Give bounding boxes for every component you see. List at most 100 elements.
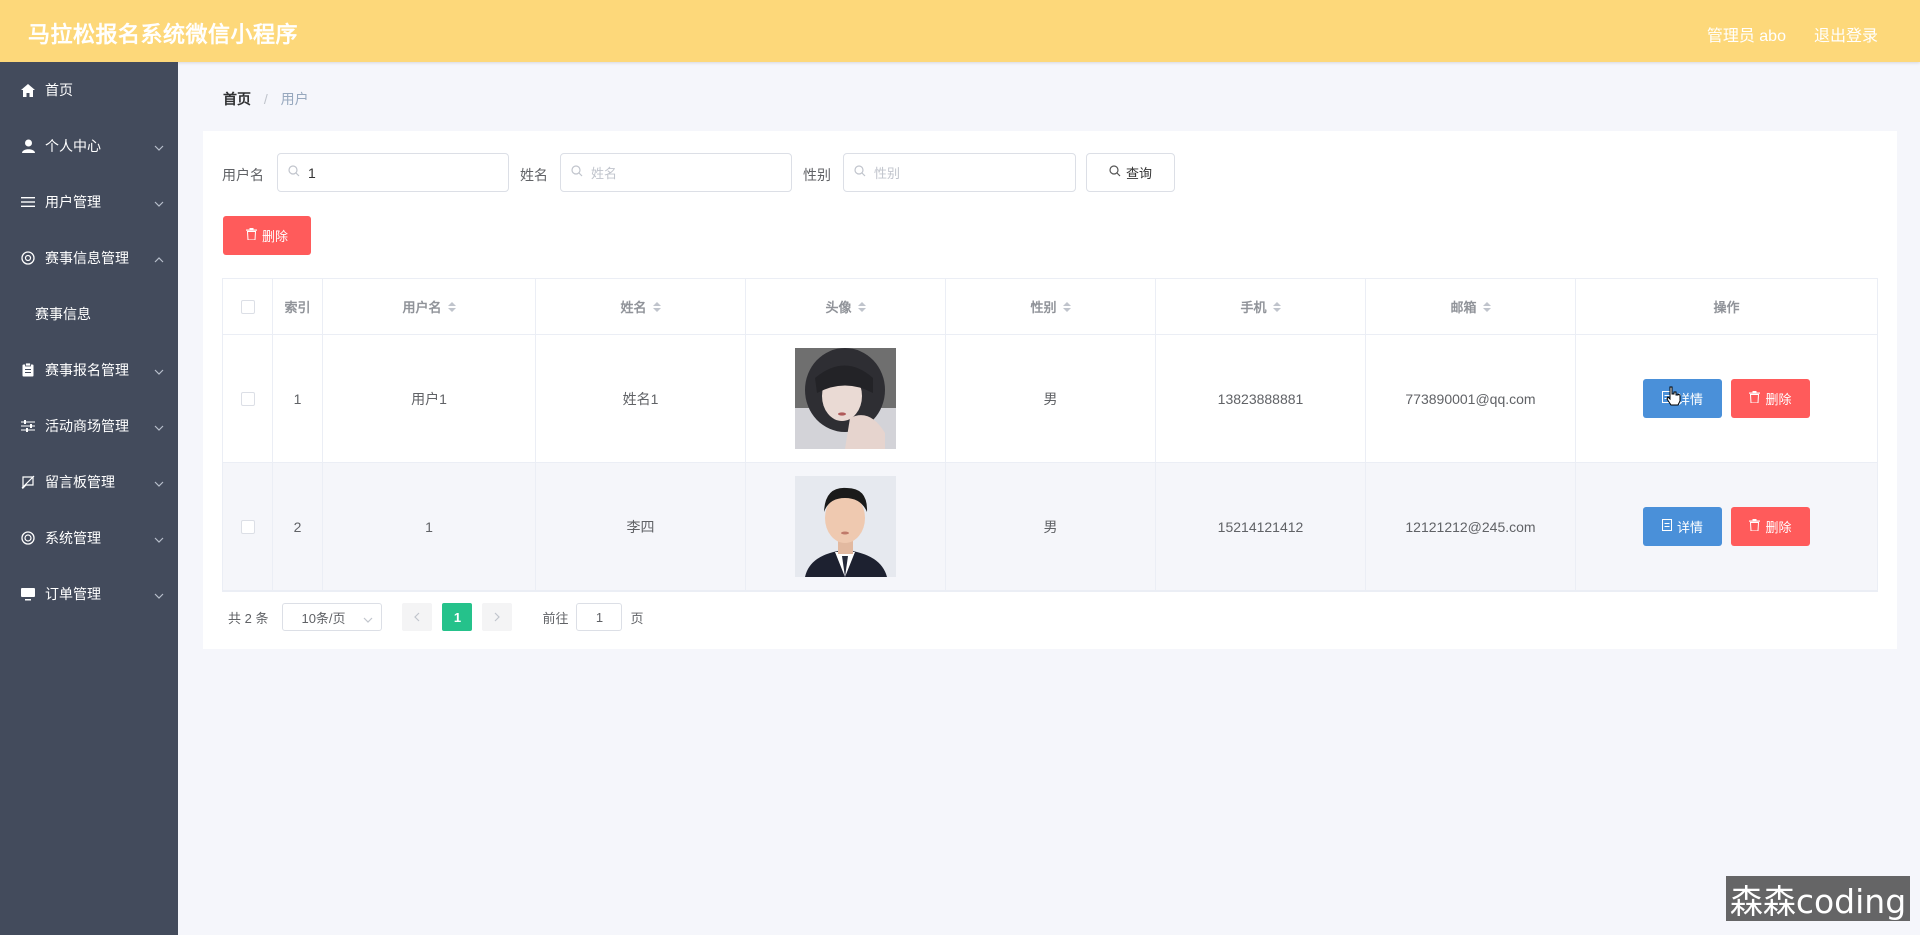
query-button[interactable]: 查询 [1086, 153, 1175, 192]
users-table: 索引 用户名 姓名 头像 性别 手机 邮箱 操作 1 用户1 姓名1 男 138… [222, 278, 1878, 592]
select-all-cell [223, 279, 273, 334]
sort-icon[interactable] [652, 301, 661, 312]
query-button-label: 查询 [1125, 166, 1152, 181]
name-cell: 李四 [536, 463, 746, 590]
sidebar-item-home[interactable]: 首页 [0, 62, 178, 118]
sort-icon[interactable] [1062, 301, 1071, 312]
table-header: 索引 用户名 姓名 头像 性别 手机 邮箱 操作 [223, 279, 1877, 335]
column-header-gender[interactable]: 性别 [946, 279, 1156, 334]
delete-button-label: 删除 [1765, 520, 1792, 535]
detail-button[interactable]: 详情 [1643, 507, 1722, 546]
table-row: 2 1 李四 男 15214121412 12121212@245.com 详情… [223, 463, 1877, 591]
chevron-down-icon [154, 138, 164, 154]
actions-cell: 详情 删除 [1576, 335, 1877, 462]
username-input[interactable]: 1 [277, 153, 509, 192]
column-header-name[interactable]: 姓名 [536, 279, 746, 334]
sidebar-item-label: 首页 [45, 82, 73, 98]
column-label: 索引 [284, 300, 311, 315]
chevron-up-icon [154, 250, 164, 266]
detail-button[interactable]: 详情 [1643, 379, 1722, 418]
female-avatar[interactable] [795, 348, 896, 449]
column-header-username[interactable]: 用户名 [323, 279, 536, 334]
column-header-actions: 操作 [1576, 279, 1877, 334]
page-size-select[interactable]: 10条/页 [282, 603, 383, 631]
next-page-button[interactable] [482, 603, 513, 631]
sidebar-item-order-mgmt[interactable]: 订单管理 [0, 566, 178, 622]
name-input[interactable]: 姓名 [560, 153, 792, 192]
app-title: 马拉松报名系统微信小程序 [28, 22, 299, 47]
sidebar-item-event-mgmt[interactable]: 赛事信息管理 [0, 230, 178, 286]
chevron-down-icon [154, 194, 164, 210]
batch-delete-button[interactable]: 删除 [223, 216, 311, 255]
total-count: 共 2 条 [228, 610, 269, 626]
goto-page-input[interactable]: 1 [576, 603, 623, 631]
row-checkbox[interactable] [240, 519, 255, 534]
page-number-current[interactable]: 1 [442, 603, 473, 631]
sidebar-item-label: 活动商场管理 [45, 418, 129, 434]
sidebar-item-message-board[interactable]: 留言板管理 [0, 454, 178, 510]
male-avatar[interactable] [795, 476, 896, 577]
sidebar-item-label: 留言板管理 [45, 474, 115, 490]
gender-label: 性别 [803, 167, 831, 183]
table-row: 1 用户1 姓名1 男 13823888881 773890001@qq.com [223, 335, 1877, 463]
search-icon [854, 165, 866, 180]
gender-cell: 男 [946, 463, 1156, 590]
current-user-label: 管理员 abo [1706, 28, 1786, 45]
sidebar-item-label: 系统管理 [45, 530, 101, 546]
phone-cell: 13823888881 [1156, 335, 1366, 462]
column-label: 姓名 [620, 300, 647, 315]
chevron-left-icon [414, 610, 420, 625]
row-checkbox[interactable] [240, 391, 255, 406]
actions-cell: 详情 删除 [1576, 463, 1877, 590]
column-header-avatar[interactable]: 头像 [746, 279, 946, 334]
sidebar-item-registration-mgmt[interactable]: 赛事报名管理 [0, 342, 178, 398]
sidebar-item-mall-mgmt[interactable]: 活动商场管理 [0, 398, 178, 454]
trash-icon [245, 228, 262, 243]
sort-icon[interactable] [1272, 301, 1281, 312]
username-label: 用户名 [222, 167, 264, 183]
sort-icon[interactable] [1482, 301, 1491, 312]
name-label: 姓名 [520, 167, 548, 183]
sidebar-item-label: 赛事信息 [35, 306, 91, 322]
chevron-down-icon [154, 362, 164, 378]
sidebar-item-label: 赛事报名管理 [45, 362, 129, 378]
column-header-index: 索引 [273, 279, 323, 334]
batch-delete-label: 删除 [261, 229, 288, 244]
sidebar-item-label: 用户管理 [45, 194, 101, 210]
breadcrumb-separator: / [263, 91, 268, 107]
chevron-down-icon [154, 474, 164, 490]
prev-page-button[interactable] [402, 603, 433, 631]
select-all-checkbox[interactable] [240, 299, 255, 314]
settings-icon [20, 530, 36, 546]
gender-input[interactable]: 性别 [843, 153, 1076, 192]
phone-cell: 15214121412 [1156, 463, 1366, 590]
index-cell: 1 [273, 335, 323, 462]
document-icon [1661, 519, 1677, 534]
sort-icon[interactable] [447, 301, 456, 312]
sidebar-item-profile[interactable]: 个人中心 [0, 118, 178, 174]
sort-icon[interactable] [857, 301, 866, 312]
logout-link[interactable]: 退出登录 [1814, 22, 1878, 46]
clipboard-icon [20, 362, 36, 378]
delete-button[interactable]: 删除 [1731, 379, 1810, 418]
breadcrumb-home[interactable]: 首页 [223, 91, 251, 107]
breadcrumb-current: 用户 [280, 91, 309, 107]
help-circle-icon [20, 250, 36, 266]
goto-label: 前往 [542, 610, 569, 626]
column-label: 操作 [1713, 300, 1740, 315]
delete-button[interactable]: 删除 [1731, 507, 1810, 546]
chevron-down-icon [154, 586, 164, 602]
chevron-down-icon [154, 418, 164, 434]
avatar-cell [746, 335, 946, 462]
sidebar-item-system-mgmt[interactable]: 系统管理 [0, 510, 178, 566]
column-header-email[interactable]: 邮箱 [1366, 279, 1576, 334]
search-icon [1109, 165, 1126, 180]
sidebar-subitem-event-info[interactable]: 赛事信息 [0, 286, 178, 342]
sidebar-item-label: 个人中心 [45, 138, 101, 154]
column-header-phone[interactable]: 手机 [1156, 279, 1366, 334]
trash-icon [1749, 519, 1765, 534]
gender-cell: 男 [946, 335, 1156, 462]
column-label: 手机 [1240, 300, 1267, 315]
sidebar-item-user-mgmt[interactable]: 用户管理 [0, 174, 178, 230]
gender-input-placeholder: 性别 [874, 166, 901, 181]
